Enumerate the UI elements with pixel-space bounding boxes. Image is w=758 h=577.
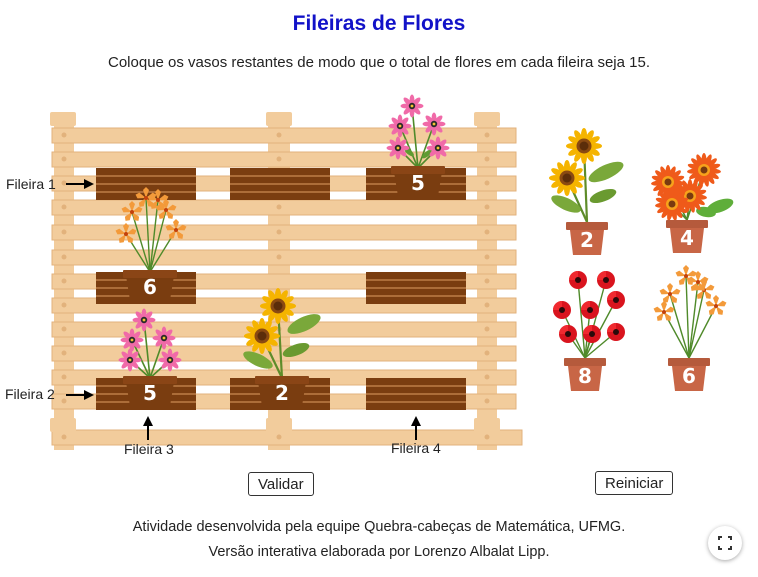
- remaining-vase-1[interactable]: 2: [549, 128, 626, 255]
- row-label-1: Fileira 1: [6, 176, 56, 192]
- vase-number: 6: [682, 364, 696, 388]
- vase-number: 6: [143, 275, 157, 299]
- vase-number: 4: [680, 226, 694, 250]
- remaining-vase-2[interactable]: 4: [650, 153, 735, 253]
- validate-button[interactable]: Validar: [248, 472, 314, 496]
- row-label-4: Fileira 4: [391, 440, 441, 456]
- vase-number: 5: [143, 381, 157, 405]
- placed-vase-r1c3[interactable]: 5: [386, 94, 450, 197]
- fullscreen-button[interactable]: [708, 526, 742, 560]
- row-label-3: Fileira 3: [124, 441, 174, 457]
- slot-r1c2[interactable]: [230, 168, 330, 200]
- remaining-vase-4[interactable]: 6: [652, 265, 728, 391]
- vase-number: 5: [411, 171, 425, 195]
- slot-r3c3[interactable]: [366, 378, 466, 410]
- remaining-vase-3[interactable]: 8: [553, 271, 625, 391]
- credits-line-2: Versão interativa elaborada por Lorenzo …: [208, 544, 550, 560]
- credits-line-1: Atividade desenvolvida pela equipe Quebr…: [132, 519, 626, 535]
- reset-button[interactable]: Reiniciar: [595, 471, 674, 495]
- fullscreen-icon: [718, 536, 732, 550]
- slot-r2c3[interactable]: [366, 272, 466, 304]
- vase-number: 2: [580, 228, 594, 252]
- row-label-2: Fileira 2: [5, 386, 55, 402]
- vase-number: 2: [275, 381, 289, 405]
- vase-number: 8: [578, 364, 592, 388]
